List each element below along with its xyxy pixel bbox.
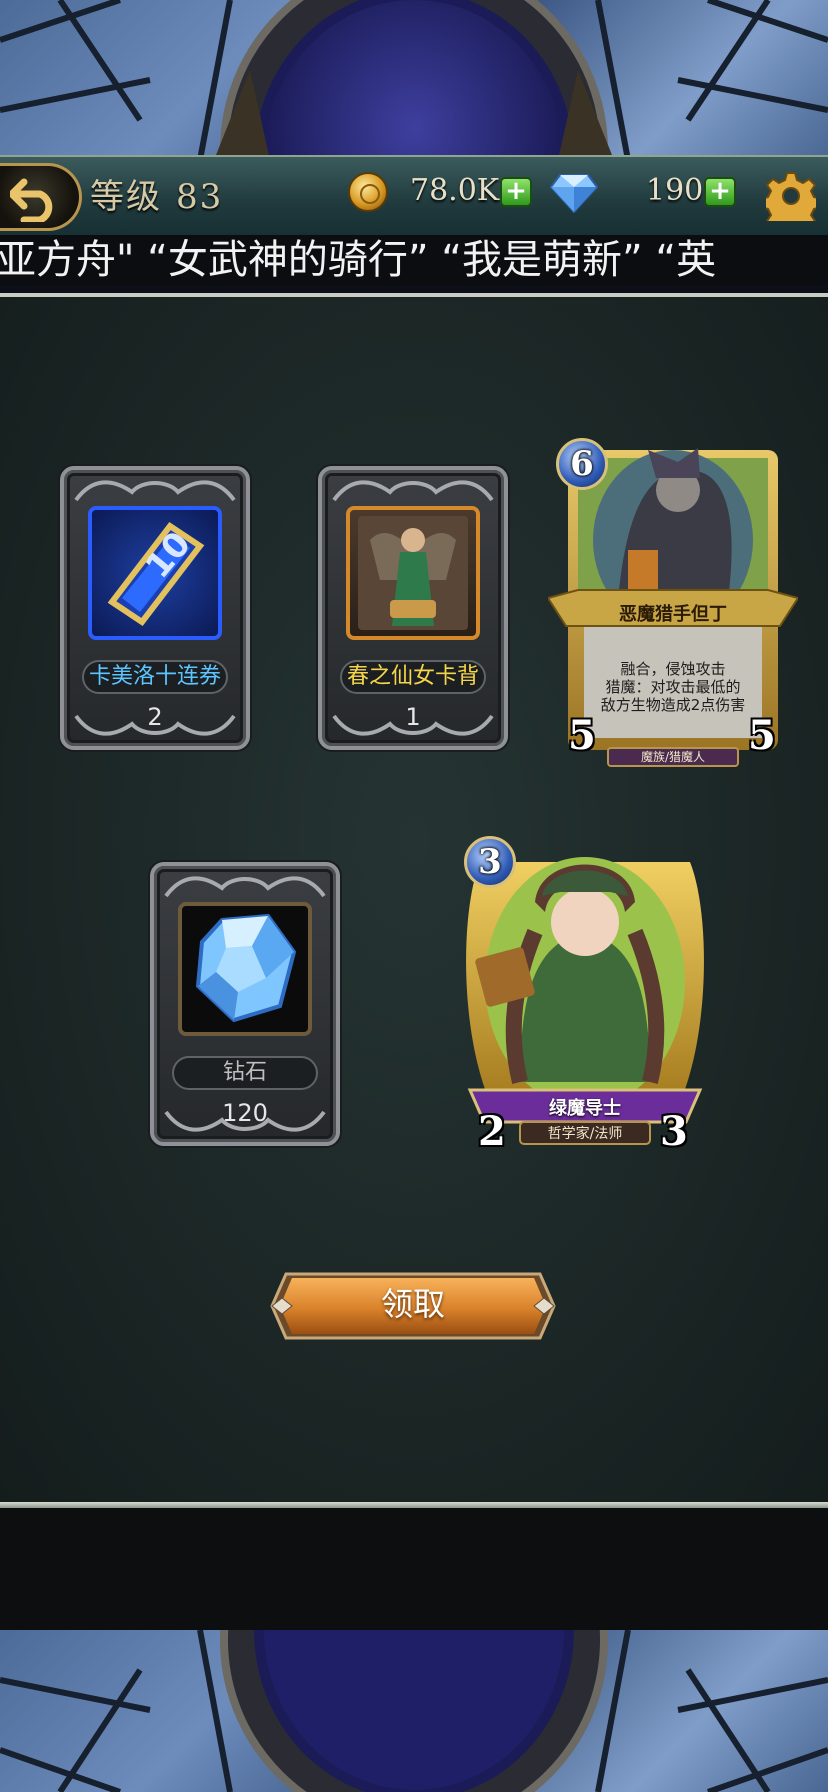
item-name: 卡美洛十连券 [82,660,228,694]
card-name: 恶魔猎手但丁 [619,604,727,625]
top-resource-bar: 等级 83 78.0K + 190 + [0,155,828,237]
frame-ornament [74,714,236,736]
card-cost: 3 [464,836,516,888]
back-arrow-icon [10,178,53,222]
card-name: 绿魔导士 [549,1098,621,1119]
frame-ornament [164,876,326,898]
card-back-icon [358,516,468,630]
frame-ornament [332,714,494,736]
card-text-line: 敌方生物造成2点伤害 [600,696,746,714]
claim-button-label: 领取 [380,1285,445,1323]
stained-glass-frame-top [0,0,828,160]
card-text-line: 猎魔：对攻击最低的 [605,678,741,696]
item-icon-frame: 10 [88,506,222,640]
card-tribe: 魔族/猎魔人 [640,750,706,764]
level-label: 等级 [90,177,162,217]
card-health: 5 [748,712,776,759]
card-text-line: 融合，侵蚀攻击 [620,660,726,678]
card-cost: 6 [556,438,608,490]
reward-item-card-back[interactable]: 春之仙女卡背 1 [318,466,508,750]
reward-item-ticket[interactable]: 10 卡美洛十连券 2 [60,466,250,750]
card-attack: 2 [478,1108,506,1155]
announcement-marquee: 亚方舟" “女武神的骑行” “我是萌新” “英 [0,235,828,285]
ticket-icon: 10 [107,521,205,627]
add-gold-button[interactable]: + [500,177,532,207]
reward-item-diamond[interactable]: 钻石 120 [150,862,340,1146]
card-text: 融合，侵蚀攻击 猎魔：对攻击最低的 敌方生物造成2点伤害 [584,660,762,714]
item-name: 钻石 [172,1056,318,1090]
add-gem-button[interactable]: + [704,177,736,207]
card-attack: 5 [568,712,596,759]
gold-coin-icon [348,172,388,212]
back-button[interactable] [0,163,82,231]
claim-button[interactable]: 领取 [270,1266,556,1346]
stained-glass-frame-bottom [0,1630,828,1792]
diamond-icon [550,174,598,213]
item-name: 春之仙女卡背 [340,660,486,694]
lower-band [0,1508,828,1630]
item-icon-frame [346,506,480,640]
level-value: 83 [176,177,224,217]
item-icon-frame [178,902,312,1036]
frame-ornament [74,480,236,502]
frame-ornament [332,480,494,502]
card-health: 3 [660,1108,688,1155]
gem-amount: 190 [646,173,704,208]
player-level: 等级 83 [90,169,223,218]
reward-card-green-mage[interactable]: 3 绿魔导士 2 3 哲学家/法师 [450,832,720,1172]
settings-gear-icon[interactable] [766,171,816,221]
marquee-text: 亚方舟" “女武神的骑行” “我是萌新” “英 [0,237,717,283]
gold-amount: 78.0K [410,173,500,208]
frame-ornament [164,1110,326,1132]
reward-card-demon-hunter[interactable]: 6 恶魔猎手但丁 融合，侵蚀攻击 猎魔：对攻击最低的 敌方生物造成2点伤害 5 … [548,430,798,770]
card-tribe: 哲学家/法师 [547,1126,623,1142]
diamond-icon [195,913,297,1023]
